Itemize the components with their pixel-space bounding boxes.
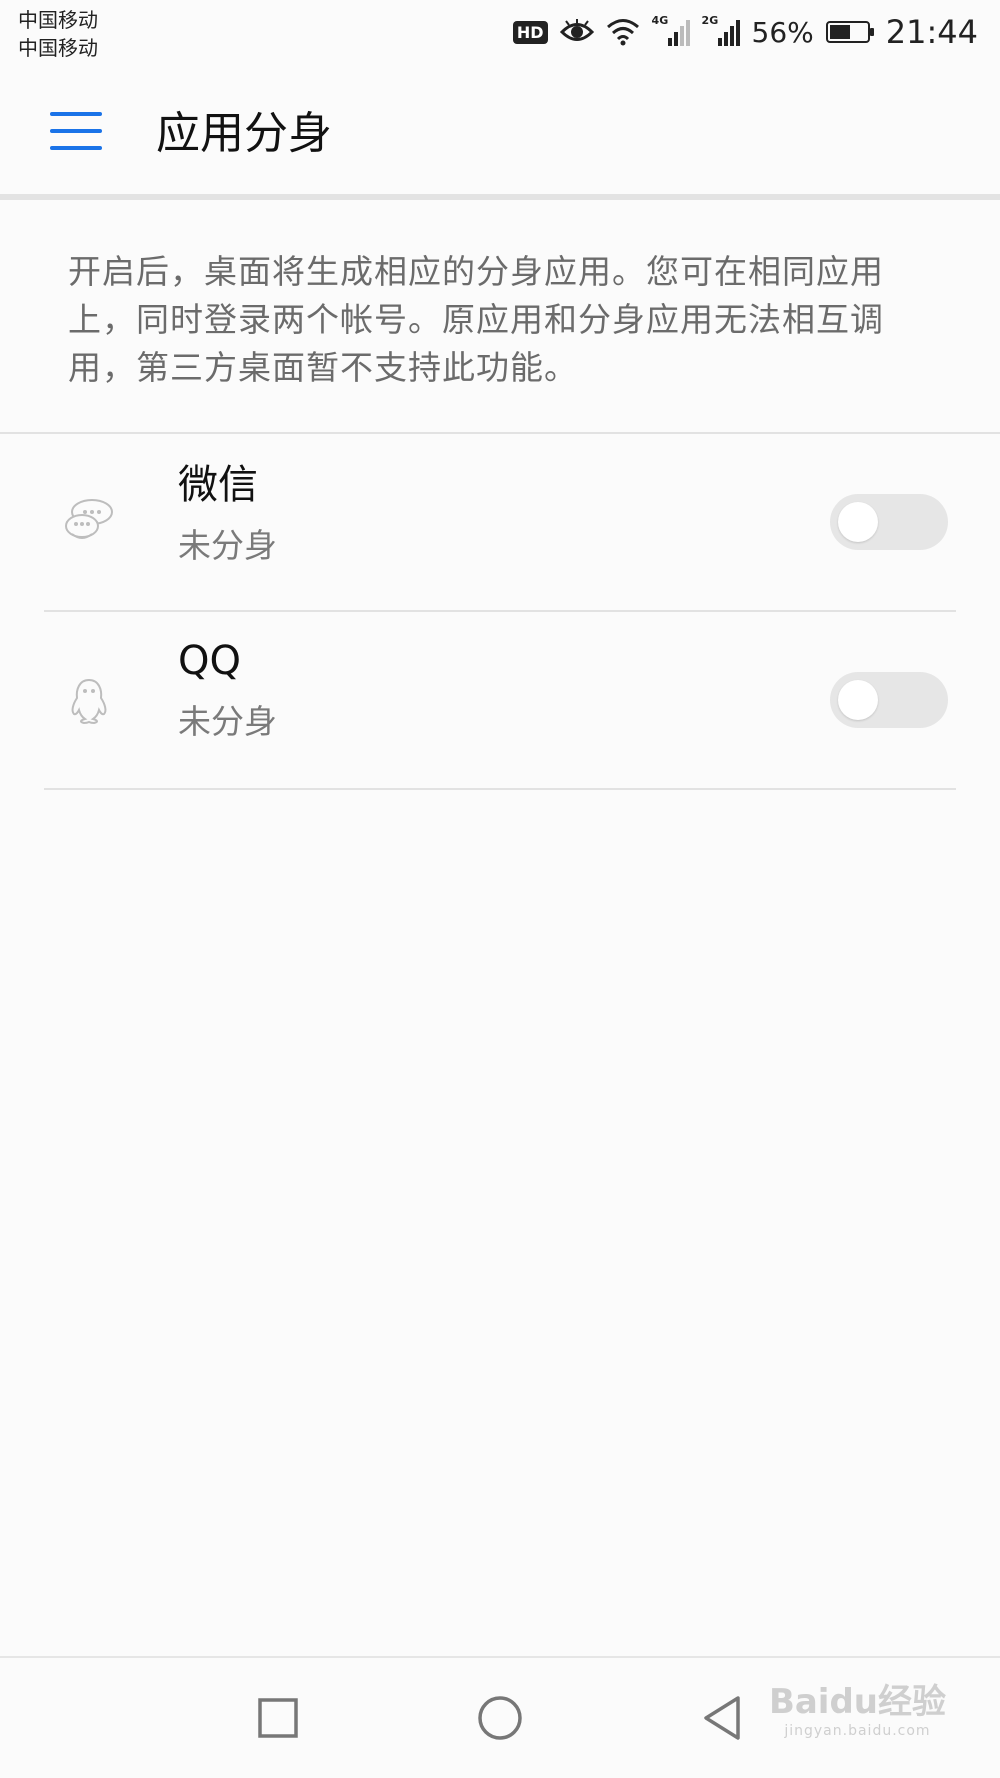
network-type-sim2: 2G [701, 14, 719, 27]
battery-icon [825, 21, 874, 43]
wifi-icon [606, 19, 639, 46]
feature-description: 开启后，桌面将生成相应的分身应用。您可在相同应用上，同时登录两个帐号。原应用和分… [68, 252, 884, 387]
home-icon[interactable] [476, 1694, 524, 1742]
app-status: 未分身 [178, 702, 277, 741]
wechat-icon [65, 499, 113, 539]
row-divider [44, 788, 956, 790]
app-name: 微信 [178, 462, 258, 508]
eye-comfort-icon [559, 19, 594, 41]
toggle-knob [838, 502, 878, 542]
watermark-title: Baidu经验 [768, 1682, 946, 1722]
toggle-knob [838, 680, 878, 720]
page-title: 应用分身 [156, 108, 332, 159]
carrier-label-sim2: 中国移动 [18, 36, 98, 60]
list-item-wechat[interactable]: 微信 未分身 [0, 434, 1000, 610]
back-icon[interactable] [698, 1694, 746, 1742]
app-status: 未分身 [178, 526, 277, 565]
signal-icon: 4G [652, 14, 690, 46]
recent-apps-icon[interactable] [254, 1694, 302, 1742]
navigation-bar: Baidu经验 jingyan.baidu.com [0, 1656, 1000, 1778]
signal-icon: 2G [702, 14, 740, 46]
app-bar: 应用分身 [0, 68, 1000, 194]
list-item-qq[interactable]: QQ 未分身 [0, 612, 1000, 788]
battery-percent: 56% [751, 15, 814, 49]
app-name: QQ [178, 638, 241, 684]
status-icons: HD 4G 2G 56% 21:44 [512, 10, 978, 54]
wechat-clone-toggle[interactable] [830, 494, 948, 550]
carrier-label-sim1: 中国移动 [18, 8, 98, 32]
menu-icon[interactable] [50, 112, 104, 152]
status-bar: 中国移动 中国移动 HD 4G 2G 56% 21:44 [0, 0, 1000, 68]
network-type-sim1: 4G [651, 14, 669, 27]
hd-icon: HD [512, 20, 548, 44]
watermark-url: jingyan.baidu.com [784, 1723, 931, 1739]
qq-clone-toggle[interactable] [830, 672, 948, 728]
baidu-watermark: Baidu经验 jingyan.baidu.com [769, 1682, 946, 1740]
clock: 21:44 [885, 13, 978, 51]
app-bar-divider [0, 194, 1000, 200]
qq-icon [71, 678, 107, 725]
carrier-info: 中国移动 中国移动 [18, 6, 98, 62]
